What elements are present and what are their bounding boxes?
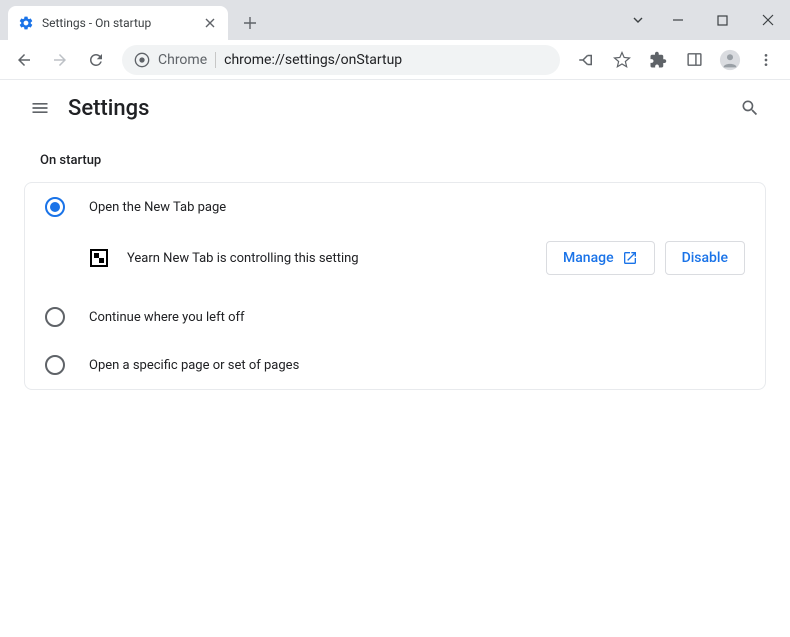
browser-toolbar: Chrome chrome://settings/onStartup (0, 40, 790, 80)
url-text: chrome://settings/onStartup (224, 52, 548, 68)
option-new-tab-row[interactable]: Open the New Tab page (25, 183, 765, 231)
kebab-menu-icon[interactable] (750, 44, 782, 76)
new-tab-button[interactable] (236, 9, 264, 37)
startup-options-card: Open the New Tab page Yearn New Tab is c… (24, 182, 766, 390)
bookmark-star-icon[interactable] (606, 44, 638, 76)
minimize-button[interactable] (655, 5, 700, 35)
tab-search-chevron-icon[interactable] (621, 5, 655, 35)
maximize-button[interactable] (700, 5, 745, 35)
radio-specific[interactable] (45, 355, 65, 375)
extensions-puzzle-icon[interactable] (642, 44, 674, 76)
option-continue-row[interactable]: Continue where you left off (25, 293, 765, 341)
window-titlebar: Settings - On startup (0, 0, 790, 40)
settings-header: Settings (0, 80, 790, 137)
extension-app-icon (89, 248, 109, 268)
profile-avatar-icon[interactable] (714, 44, 746, 76)
manage-button-label: Manage (563, 250, 614, 266)
manage-button[interactable]: Manage (546, 241, 655, 275)
settings-gear-icon (18, 15, 34, 31)
back-button[interactable] (8, 44, 40, 76)
option-specific-label: Open a specific page or set of pages (89, 358, 299, 373)
omnibox-divider (215, 52, 216, 68)
close-window-button[interactable] (745, 5, 790, 35)
disable-button[interactable]: Disable (665, 241, 745, 275)
disable-button-label: Disable (682, 250, 728, 266)
section-title: On startup (40, 153, 766, 168)
site-info-icon[interactable] (134, 52, 150, 68)
radio-continue[interactable] (45, 307, 65, 327)
page-title: Settings (68, 96, 730, 121)
extension-notice-row: Yearn New Tab is controlling this settin… (25, 231, 765, 293)
option-continue-label: Continue where you left off (89, 310, 245, 325)
forward-button (44, 44, 76, 76)
window-controls (621, 0, 790, 40)
url-scheme-label: Chrome (158, 52, 207, 68)
hamburger-menu-icon[interactable] (20, 88, 60, 128)
tab-close-icon[interactable] (202, 15, 218, 31)
address-bar[interactable]: Chrome chrome://settings/onStartup (122, 45, 560, 75)
tab-title: Settings - On startup (42, 16, 202, 30)
radio-new-tab[interactable] (45, 197, 65, 217)
open-in-new-icon (622, 250, 638, 266)
search-settings-icon[interactable] (730, 88, 770, 128)
side-panel-icon[interactable] (678, 44, 710, 76)
browser-tab[interactable]: Settings - On startup (8, 6, 228, 40)
reload-button[interactable] (80, 44, 112, 76)
option-specific-row[interactable]: Open a specific page or set of pages (25, 341, 765, 389)
share-icon[interactable] (570, 44, 602, 76)
option-new-tab-label: Open the New Tab page (89, 200, 226, 215)
extension-notice-text: Yearn New Tab is controlling this settin… (127, 251, 546, 266)
settings-content: On startup Open the New Tab page Yearn N… (0, 137, 790, 406)
